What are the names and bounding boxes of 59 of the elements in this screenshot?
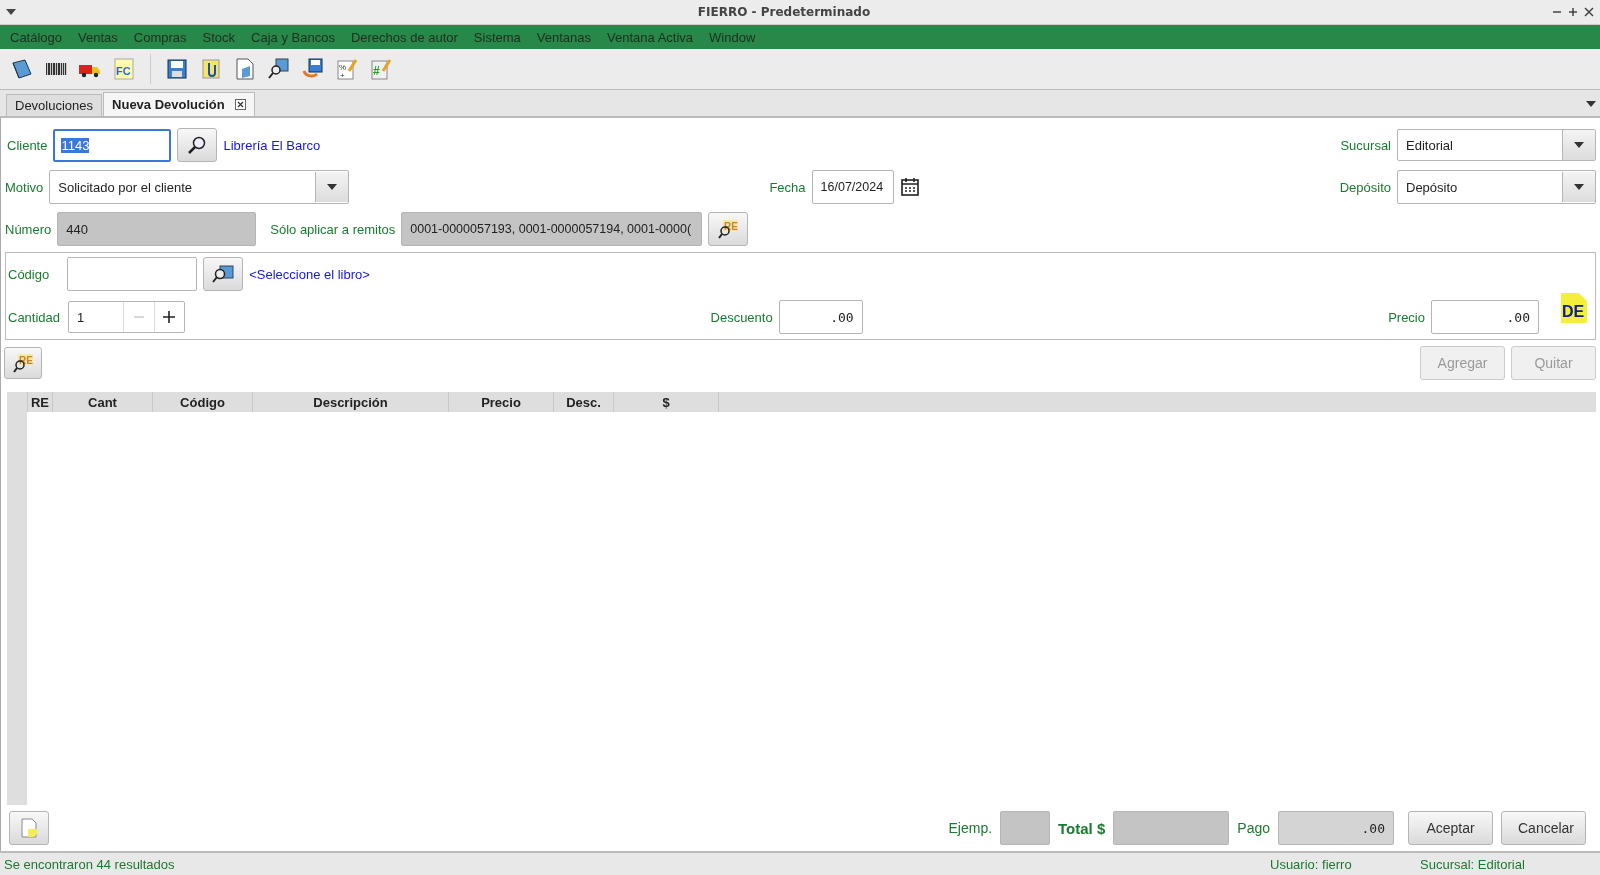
- tab[interactable]: Devoluciones: [6, 94, 103, 116]
- status-message: Se encontraron 44 resultados: [4, 856, 176, 872]
- column-header[interactable]: Desc.: [554, 392, 614, 412]
- dialog-button[interactable]: Aceptar: [1408, 811, 1493, 845]
- maximize-icon[interactable]: [1568, 7, 1578, 17]
- status-user: Usuario: fierro: [1270, 856, 1353, 872]
- dialog-button[interactable]: Cancelar: [1501, 811, 1586, 845]
- close-icon[interactable]: [234, 99, 246, 110]
- book-search-button[interactable]: [203, 257, 244, 291]
- field-label: Descuento: [710, 309, 773, 325]
- price-field[interactable]: .00: [1431, 300, 1539, 334]
- total-field[interactable]: [1113, 811, 1230, 845]
- code-field[interactable]: [67, 257, 198, 291]
- client-field[interactable]: 1143: [53, 128, 172, 162]
- search-button[interactable]: [177, 128, 218, 162]
- field-label: Fecha: [769, 179, 806, 195]
- field-label: Sucursal: [1340, 137, 1391, 153]
- field-label: Pago: [1237, 820, 1270, 836]
- column-header[interactable]: Precio: [449, 392, 554, 412]
- plus-icon[interactable]: [163, 311, 176, 323]
- field-label: Cantidad: [8, 309, 61, 325]
- field-label: Ejemp.: [948, 820, 993, 836]
- de-document-icon: DE: [1559, 292, 1589, 324]
- quantity-spinner[interactable]: 1: [68, 301, 186, 333]
- payment-field[interactable]: .00: [1278, 811, 1394, 845]
- caret-icon: [1574, 184, 1584, 190]
- window-title: FIERRO - Predeterminado: [696, 5, 872, 19]
- discount-field[interactable]: .00: [778, 300, 863, 334]
- column-header[interactable]: RE: [28, 392, 53, 412]
- reason-dropdown[interactable]: Solicitado por el cliente: [49, 170, 350, 204]
- search-book-icon: [211, 264, 236, 284]
- column-header[interactable]: Descripción: [253, 392, 449, 412]
- warehouse-dropdown[interactable]: Depósito: [1397, 170, 1596, 204]
- total-label: Total $: [1058, 819, 1106, 837]
- tab[interactable]: Nueva Devolución: [103, 92, 255, 116]
- field-label: Código: [8, 266, 50, 282]
- field-label: Depósito: [1339, 179, 1391, 195]
- field-label: Precio: [1388, 309, 1425, 325]
- field-label: Motivo: [5, 179, 44, 195]
- field-label: Número: [5, 221, 52, 237]
- window-menu-icon[interactable]: [6, 9, 16, 15]
- date-field[interactable]: 16/07/2024: [811, 170, 894, 204]
- client-name-link[interactable]: Librería El Barco: [223, 137, 321, 153]
- caret-icon: [1574, 142, 1584, 148]
- column-header[interactable]: Cant: [53, 392, 153, 412]
- close-icon[interactable]: [1584, 7, 1594, 17]
- column-header[interactable]: Código: [153, 392, 253, 412]
- field-label: Cliente: [7, 137, 48, 153]
- status-branch: Sucursal: Editorial: [1420, 856, 1526, 872]
- caret-icon: [1586, 101, 1596, 107]
- search-icon: [187, 135, 208, 155]
- branch-dropdown[interactable]: Editorial: [1397, 129, 1596, 161]
- calendar-icon[interactable]: [899, 177, 920, 197]
- caret-icon: [327, 184, 338, 190]
- column-header[interactable]: $: [614, 392, 719, 412]
- field-label: Sólo aplicar a remitos: [270, 221, 396, 237]
- copies-field[interactable]: [1000, 811, 1051, 845]
- select-book-link[interactable]: <Seleccione el libro>: [249, 266, 370, 282]
- note-icon: [18, 817, 40, 839]
